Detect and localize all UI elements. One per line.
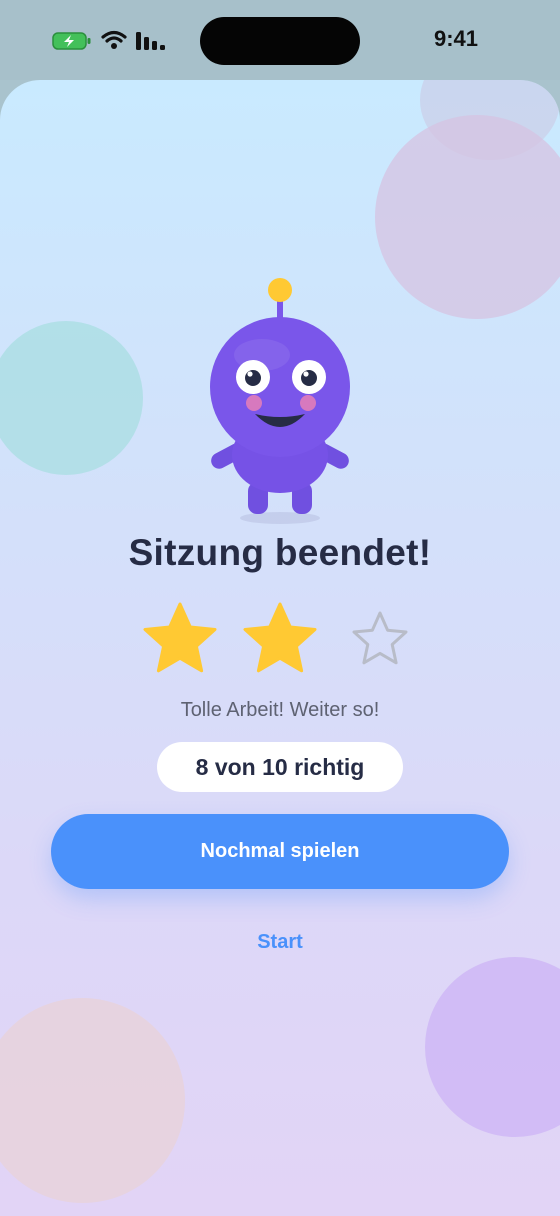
score-text: 8 von 10 richtig	[195, 753, 365, 780]
cellular-signal-icon	[136, 31, 166, 56]
star-rating	[0, 599, 560, 679]
feedback-message: Tolle Arbeit! Weiter so!	[180, 699, 380, 721]
wifi-icon	[101, 29, 127, 56]
status-bar: 9:41	[0, 0, 560, 80]
page-title: Sitzung beendet!	[128, 532, 432, 573]
play-again-button[interactable]: Nochmal spielen	[51, 814, 509, 889]
robot-mascot-icon	[190, 270, 370, 530]
dynamic-island	[200, 17, 360, 65]
star-filled-icon	[240, 599, 320, 679]
decorative-bubble	[375, 115, 560, 319]
decorative-bubble	[425, 957, 560, 1137]
decorative-bubble	[0, 321, 143, 475]
play-again-label: Nochmal spielen	[200, 840, 360, 862]
star-filled-icon	[140, 599, 220, 679]
score-badge: 8 von 10 richtig	[157, 742, 403, 792]
start-link[interactable]: Start	[0, 931, 560, 954]
star-empty-icon	[340, 599, 420, 679]
status-time: 9:41	[433, 26, 478, 51]
decorative-bubble	[0, 998, 185, 1203]
result-sheet: Sitzung beendet! Tolle Arbeit! Weiter so…	[0, 80, 560, 1216]
battery-charging-icon	[52, 31, 92, 56]
